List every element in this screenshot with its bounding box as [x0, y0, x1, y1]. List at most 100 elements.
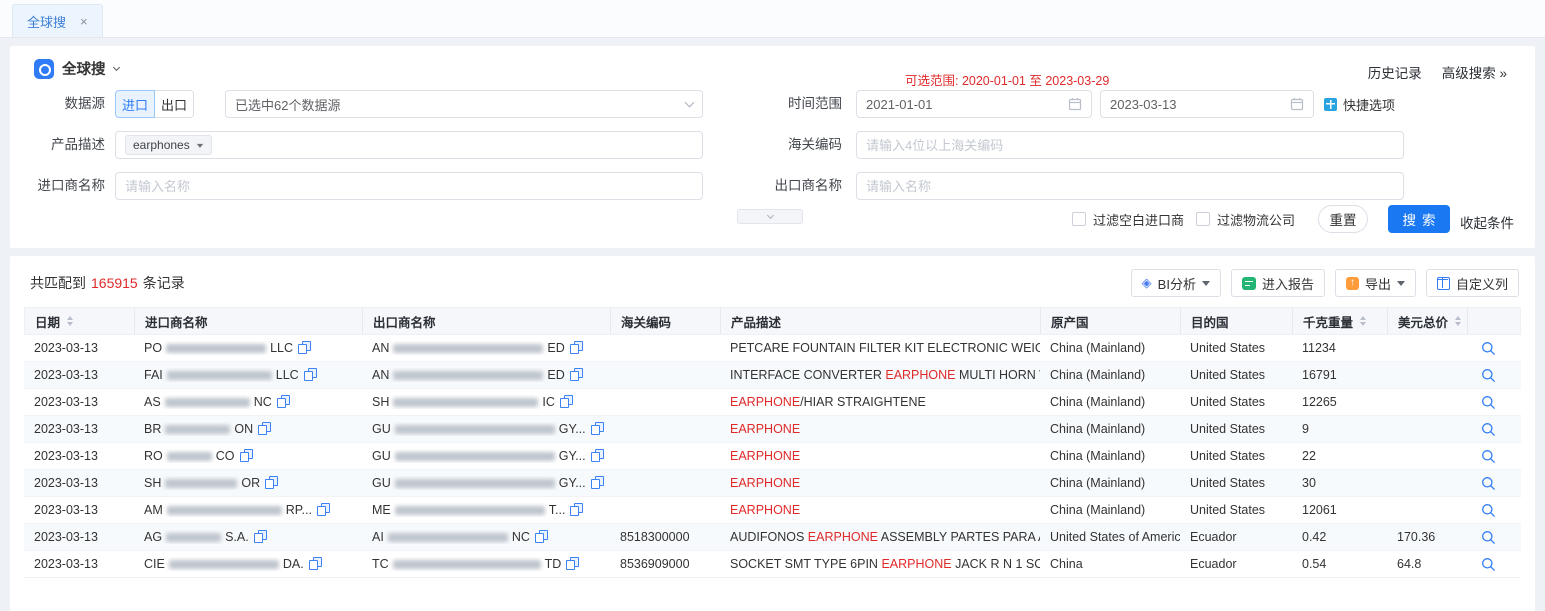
- search-icon[interactable]: [1481, 557, 1496, 572]
- copy-icon[interactable]: [240, 449, 253, 462]
- copy-icon[interactable]: [309, 557, 322, 570]
- quick-options-button[interactable]: 快捷选项: [1324, 92, 1395, 116]
- importer-name[interactable]: AMRP...: [144, 503, 312, 517]
- advanced-search-link[interactable]: 高级搜索 »: [1442, 62, 1507, 82]
- cell-destination: United States: [1180, 476, 1292, 490]
- col-label: 产品描述: [731, 312, 781, 331]
- copy-icon[interactable]: [265, 476, 278, 489]
- col-hs-code: 海关编码: [611, 308, 721, 334]
- bi-analysis-button[interactable]: ◈ BI分析: [1131, 269, 1221, 297]
- importer-name[interactable]: ROCO: [144, 449, 235, 463]
- tab-close-icon[interactable]: ×: [80, 14, 88, 29]
- match-count: 165915: [91, 275, 138, 291]
- search-icon[interactable]: [1481, 476, 1496, 491]
- grid-icon: [1324, 98, 1337, 111]
- datasource-select[interactable]: 已选中62个数据源: [225, 90, 703, 118]
- expand-conditions-button[interactable]: [737, 209, 803, 224]
- cell-hs-code: 8536909000: [610, 557, 720, 571]
- end-date-value: 2023-03-13: [1110, 97, 1177, 112]
- col-price[interactable]: 美元总价: [1388, 308, 1468, 334]
- end-date-input[interactable]: 2023-03-13: [1100, 90, 1314, 118]
- start-date-input[interactable]: 2021-01-01: [856, 90, 1092, 118]
- filter-logistics-checkbox[interactable]: 过滤物流公司: [1196, 211, 1295, 227]
- search-icon[interactable]: [1481, 530, 1496, 545]
- copy-icon[interactable]: [535, 530, 548, 543]
- custom-columns-button[interactable]: 自定义列: [1426, 269, 1519, 297]
- copy-icon[interactable]: [254, 530, 267, 543]
- search-icon[interactable]: [1481, 449, 1496, 464]
- chevron-down-icon: [766, 212, 773, 219]
- copy-icon[interactable]: [570, 341, 583, 354]
- hs-code-input[interactable]: [856, 131, 1404, 159]
- search-icon[interactable]: [1481, 422, 1496, 437]
- copy-icon[interactable]: [277, 395, 290, 408]
- chevron-down-icon: [685, 98, 695, 108]
- export-icon: [1346, 277, 1359, 290]
- app-selector[interactable]: 全球搜: [34, 58, 119, 79]
- exporter-name[interactable]: MET...: [372, 503, 565, 517]
- cell-weight: 11234: [1292, 341, 1387, 355]
- export-button[interactable]: 导出: [1335, 269, 1416, 297]
- table-row: 2023-03-13 POLLC ANED PETCARE FOUNTAIN F…: [24, 335, 1521, 362]
- table-row: 2023-03-13 CIEDA. TCTD 8536909000 SOCKET…: [24, 551, 1521, 578]
- reset-button[interactable]: 重置: [1318, 205, 1368, 233]
- collapse-conditions-link[interactable]: 收起条件: [1460, 212, 1514, 232]
- exporter-name[interactable]: ANED: [372, 368, 565, 382]
- copy-icon[interactable]: [570, 503, 583, 516]
- sort-icon[interactable]: [1360, 316, 1366, 326]
- exporter-name[interactable]: GUGY...: [372, 422, 586, 436]
- cell-action: [1467, 557, 1509, 572]
- col-label: 千克重量: [1303, 312, 1353, 331]
- copy-icon[interactable]: [591, 476, 604, 489]
- cell-importer: SHOR: [134, 476, 362, 490]
- product-tag[interactable]: earphones: [125, 135, 212, 155]
- col-weight[interactable]: 千克重量: [1293, 308, 1388, 334]
- importer-name[interactable]: FAILLC: [144, 368, 299, 382]
- importer-name-label: 进口商名称: [25, 178, 105, 194]
- search-button[interactable]: 搜索: [1388, 205, 1450, 233]
- search-icon[interactable]: [1481, 503, 1496, 518]
- exporter-name[interactable]: TCTD: [372, 557, 561, 571]
- exporter-name[interactable]: GUGY...: [372, 449, 586, 463]
- search-icon[interactable]: [1481, 341, 1496, 356]
- importer-name[interactable]: POLLC: [144, 341, 293, 355]
- tab-global-search[interactable]: 全球搜 ×: [12, 4, 103, 37]
- import-toggle-button[interactable]: 进口: [115, 90, 155, 118]
- importer-name[interactable]: BRON: [144, 422, 253, 436]
- search-icon[interactable]: [1481, 368, 1496, 383]
- match-suffix: 条记录: [143, 273, 185, 293]
- cell-importer: AMRP...: [134, 503, 362, 517]
- copy-icon[interactable]: [591, 449, 604, 462]
- importer-name[interactable]: AGS.A.: [144, 530, 249, 544]
- copy-icon[interactable]: [304, 368, 317, 381]
- quick-options-label: 快捷选项: [1343, 95, 1395, 114]
- export-toggle-button[interactable]: 出口: [154, 90, 194, 118]
- copy-icon[interactable]: [560, 395, 573, 408]
- exporter-name[interactable]: ANED: [372, 341, 565, 355]
- sort-icon[interactable]: [67, 316, 73, 326]
- importer-name[interactable]: SHOR: [144, 476, 260, 490]
- copy-icon[interactable]: [258, 422, 271, 435]
- exporter-name[interactable]: SHIC: [372, 395, 555, 409]
- enter-report-button[interactable]: 进入报告: [1231, 269, 1325, 297]
- cell-product: SOCKET SMT TYPE 6PIN EARPHONE JACK R N 1…: [720, 557, 1040, 571]
- copy-icon[interactable]: [570, 368, 583, 381]
- sort-icon[interactable]: [1455, 316, 1461, 326]
- importer-name[interactable]: CIEDA.: [144, 557, 304, 571]
- copy-icon[interactable]: [298, 341, 311, 354]
- search-icon[interactable]: [1481, 395, 1496, 410]
- copy-icon[interactable]: [317, 503, 330, 516]
- copy-icon[interactable]: [566, 557, 579, 570]
- exporter-name-input[interactable]: [856, 172, 1404, 200]
- copy-icon[interactable]: [591, 422, 604, 435]
- cell-product: EARPHONE: [720, 422, 1040, 436]
- importer-name[interactable]: ASNC: [144, 395, 272, 409]
- importer-name-input[interactable]: [115, 172, 703, 200]
- exporter-name[interactable]: GUGY...: [372, 476, 586, 490]
- col-label: 海关编码: [621, 312, 671, 331]
- exporter-name[interactable]: AINC: [372, 530, 530, 544]
- history-link[interactable]: 历史记录: [1368, 62, 1422, 82]
- product-description-input[interactable]: earphones: [115, 131, 703, 159]
- col-date[interactable]: 日期: [25, 308, 135, 334]
- filter-blank-importer-checkbox[interactable]: 过滤空白进口商: [1072, 211, 1184, 227]
